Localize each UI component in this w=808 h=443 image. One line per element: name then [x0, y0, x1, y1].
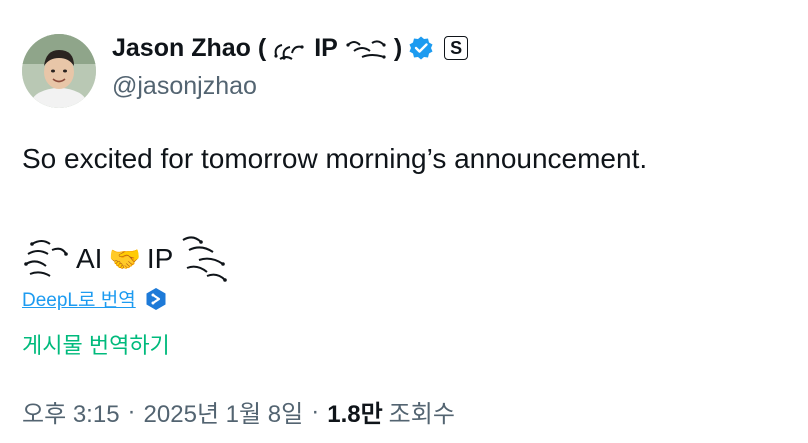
tweet-meta: 오후 3:15 · 2025년 1월 8일 · 1.8만 조회수 [22, 394, 455, 429]
views-count[interactable]: 1.8만 [327, 394, 382, 429]
avatar-image [22, 34, 96, 108]
swirl-icon [346, 40, 386, 59]
tweet-time[interactable]: 오후 3:15 [22, 394, 120, 429]
meta-separator: · [127, 397, 136, 425]
author-handle[interactable]: @jasonjzhao [112, 72, 257, 101]
author-name-ip: IP [314, 33, 338, 62]
author-name[interactable]: Jason Zhao ( [112, 34, 266, 63]
tweet-ip-text: IP [146, 243, 174, 274]
meta-separator: · [311, 397, 320, 425]
deepl-translate-row: DeepL로 번역 [22, 285, 168, 312]
translate-post-link[interactable]: 게시물 번역하기 [22, 328, 170, 360]
swirl-icon [24, 240, 68, 277]
author-name-close: ) [393, 33, 403, 62]
swirl-icon [182, 236, 228, 282]
verified-badge-icon[interactable] [408, 35, 434, 61]
author-name-row: Jason Zhao ( IP ) S [112, 30, 469, 66]
avatar[interactable] [22, 34, 96, 108]
tweet-ai-text: AI [76, 243, 103, 274]
affiliate-badge-icon[interactable]: S [444, 36, 469, 60]
tweet-text: So excited for tomorrow morning’s announ… [22, 143, 648, 174]
tweet-ai-ip-line: AI 🤝 IP [22, 234, 229, 284]
swirl-icon [274, 44, 304, 60]
deepl-icon[interactable] [144, 287, 168, 311]
views-label: 조회수 [388, 401, 455, 428]
tweet-date[interactable]: 2025년 1월 8일 [144, 394, 304, 429]
deepl-translate-link[interactable]: DeepL로 번역 [22, 285, 136, 312]
handshake-icon: 🤝 [108, 243, 141, 274]
